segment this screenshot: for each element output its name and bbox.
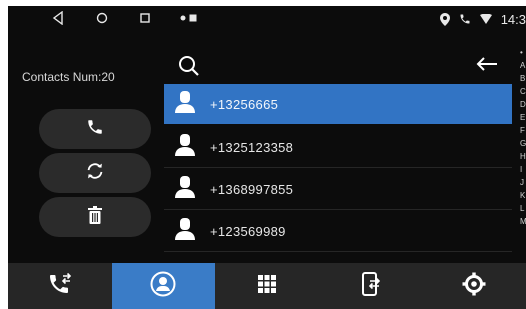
person-icon — [164, 175, 196, 204]
call-log-icon — [47, 272, 73, 301]
delete-button[interactable] — [39, 197, 151, 237]
dialpad-icon — [257, 274, 277, 299]
screen: 14:3 Contacts Num:20 +13256665 +13251233… — [8, 6, 526, 309]
sync-icon — [84, 160, 106, 187]
alpha-letter[interactable]: F — [520, 124, 526, 137]
alpha-letter[interactable]: I — [520, 163, 526, 176]
status-bar: 14:3 — [8, 6, 526, 32]
bottom-nav — [8, 263, 526, 309]
alpha-letter[interactable]: H — [520, 150, 526, 163]
contact-row[interactable]: +13256665 — [164, 84, 512, 124]
alpha-letter[interactable]: E — [520, 111, 526, 124]
contact-number: +1325123358 — [210, 140, 294, 155]
alphabet-index[interactable]: • A B C D E F G H I J K L M — [520, 46, 526, 228]
alpha-letter[interactable]: B — [520, 72, 526, 85]
trash-icon — [88, 205, 102, 229]
image-notification-icon — [189, 14, 197, 22]
contacts-icon — [150, 271, 176, 302]
sync-button[interactable] — [39, 153, 151, 193]
alpha-letter[interactable]: C — [520, 85, 526, 98]
home-circle-icon[interactable] — [95, 11, 109, 25]
tab-dialpad[interactable] — [215, 263, 319, 309]
contact-number: +1368997855 — [210, 182, 294, 197]
tab-settings[interactable] — [422, 263, 526, 309]
alpha-letter[interactable]: K — [520, 189, 526, 202]
tab-transfer[interactable] — [319, 263, 423, 309]
person-icon — [164, 217, 196, 246]
arrow-left-icon[interactable] — [476, 57, 498, 76]
transfer-icon — [361, 271, 380, 301]
contact-number: +123569989 — [210, 224, 286, 239]
recents-square-icon[interactable] — [138, 11, 152, 25]
tab-contacts[interactable] — [111, 263, 216, 309]
contact-row[interactable]: +123569989 — [164, 212, 512, 252]
alpha-letter[interactable]: J — [520, 176, 526, 189]
wifi-icon — [479, 14, 492, 24]
back-triangle-icon[interactable] — [52, 11, 64, 25]
status-time: 14:3 — [500, 11, 526, 27]
notification-dot-icon — [180, 14, 186, 22]
alpha-letter[interactable]: • — [520, 46, 526, 59]
alpha-letter[interactable]: D — [520, 98, 526, 111]
alpha-letter[interactable]: A — [520, 59, 526, 72]
person-icon — [164, 90, 196, 119]
alpha-letter[interactable]: L — [520, 202, 526, 215]
alpha-letter[interactable]: G — [520, 137, 526, 150]
contact-row[interactable]: +1325123358 — [164, 128, 512, 168]
location-icon — [439, 12, 450, 26]
search-icon[interactable] — [178, 55, 200, 82]
settings-icon — [462, 272, 486, 301]
contact-number: +13256665 — [210, 96, 279, 112]
contacts-count: Contacts Num:20 — [22, 70, 115, 84]
search-bar — [164, 46, 512, 86]
alpha-letter[interactable]: M — [520, 215, 526, 228]
phone-icon — [459, 13, 471, 25]
person-icon — [164, 133, 196, 162]
call-button[interactable] — [39, 109, 151, 149]
contact-row[interactable]: +1368997855 — [164, 170, 512, 210]
phone-icon — [86, 118, 104, 141]
tab-call-log[interactable] — [8, 263, 112, 309]
